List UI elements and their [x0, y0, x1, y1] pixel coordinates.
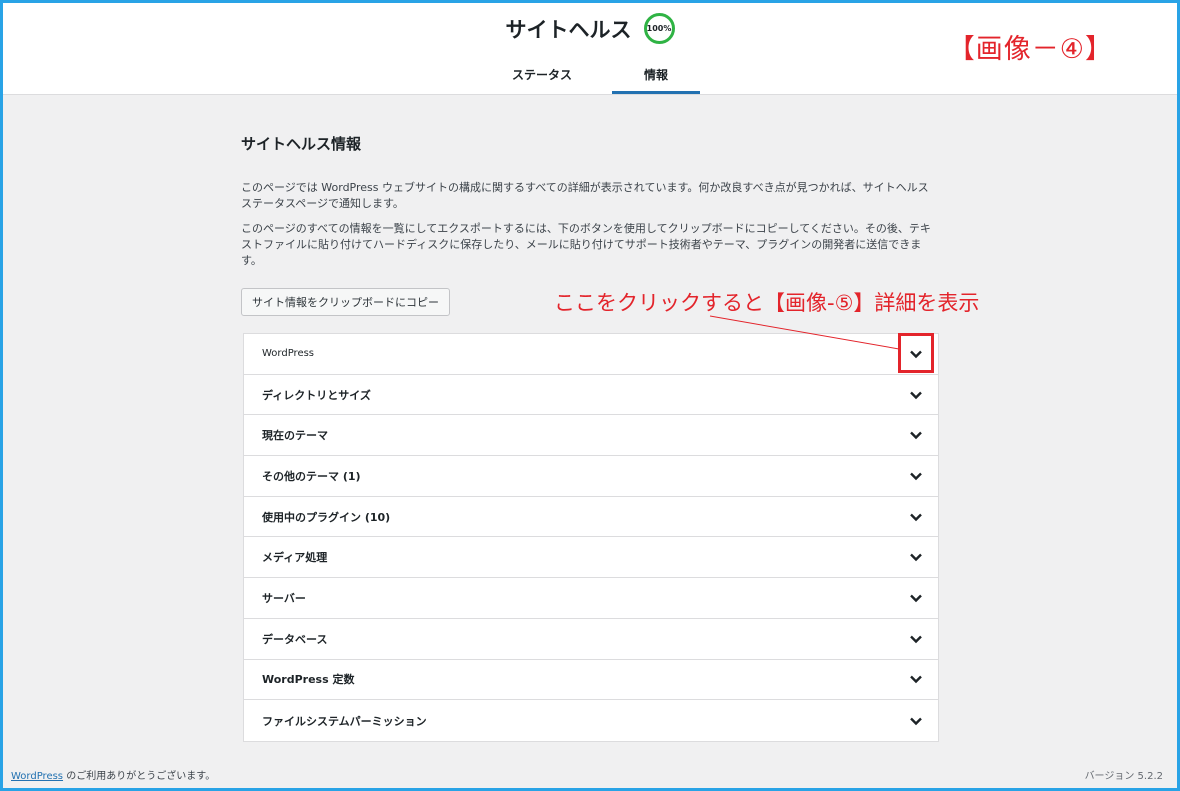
description-paragraph-2: このページのすべての情報を一覧にしてエクスポートするには、下のボタンを使用してク… — [241, 222, 931, 267]
page-title: サイトヘルス — [505, 17, 632, 42]
chevron-down-icon — [908, 713, 924, 729]
accordion-item-wordpress[interactable]: WordPress — [244, 334, 938, 375]
tab-info[interactable]: 情報 — [612, 57, 701, 94]
footer-version: バージョン 5.2.2 — [1084, 771, 1163, 782]
footer-thanks-text: のご利用ありがとうございます。 — [63, 771, 216, 782]
image-label-annotation: 【画像－④】 — [947, 34, 1113, 65]
click-hint-annotation: ここをクリックすると【画像-⑤】詳細を表示 — [554, 291, 980, 315]
highlight-box-annotation — [898, 333, 934, 373]
chevron-down-icon — [908, 549, 924, 565]
health-score-badge: 100% — [643, 13, 675, 44]
info-accordion: WordPress ディレクトリとサイズ 現在のテーマ その他のテーマ (1) … — [243, 333, 939, 742]
accordion-label: 現在のテーマ — [262, 429, 328, 443]
accordion-label: WordPress — [262, 348, 315, 360]
footer-thanks: WordPress のご利用ありがとうございます。 — [11, 767, 215, 782]
chevron-down-icon — [908, 590, 924, 606]
accordion-label: サーバー — [262, 591, 306, 605]
copy-to-clipboard-button[interactable]: サイト情報をクリップボードにコピー — [241, 288, 450, 316]
wordpress-link[interactable]: WordPress — [11, 771, 63, 782]
chevron-down-icon — [908, 671, 924, 687]
chevron-down-icon — [908, 468, 924, 484]
accordion-item-other-themes[interactable]: その他のテーマ (1) — [244, 456, 938, 497]
accordion-item-server[interactable]: サーバー — [244, 578, 938, 619]
accordion-item-active-theme[interactable]: 現在のテーマ — [244, 415, 938, 457]
accordion-item-filesystem-permissions[interactable]: ファイルシステムパーミッション — [244, 700, 938, 741]
chevron-down-icon — [908, 387, 924, 403]
app-frame: サイトヘルス 100% ステータス 情報 【画像－④】 サイトヘルス情報 このペ… — [0, 0, 1180, 791]
accordion-item-database[interactable]: データベース — [244, 619, 938, 660]
accordion-item-directories-sizes[interactable]: ディレクトリとサイズ — [244, 375, 938, 416]
accordion-item-media-handling[interactable]: メディア処理 — [244, 537, 938, 579]
accordion-label: メディア処理 — [262, 551, 328, 565]
accordion-label: WordPress 定数 — [262, 673, 355, 687]
accordion-label: ファイルシステムパーミッション — [262, 714, 427, 728]
accordion-label: その他のテーマ (1) — [262, 469, 361, 483]
chevron-down-icon — [908, 631, 924, 647]
section-title: サイトヘルス情報 — [241, 135, 362, 153]
accordion-label: ディレクトリとサイズ — [262, 388, 371, 402]
accordion-label: データベース — [262, 632, 328, 646]
accordion-item-active-plugins[interactable]: 使用中のプラグイン (10) — [244, 497, 938, 538]
tab-status[interactable]: ステータス — [480, 57, 604, 94]
chevron-down-icon — [908, 427, 924, 443]
chevron-down-icon — [908, 509, 924, 525]
description-paragraph-1: このページでは WordPress ウェブサイトの構成に関するすべての詳細が表示… — [241, 181, 929, 210]
accordion-item-wordpress-constants[interactable]: WordPress 定数 — [244, 660, 938, 701]
accordion-label: 使用中のプラグイン (10) — [262, 510, 391, 524]
